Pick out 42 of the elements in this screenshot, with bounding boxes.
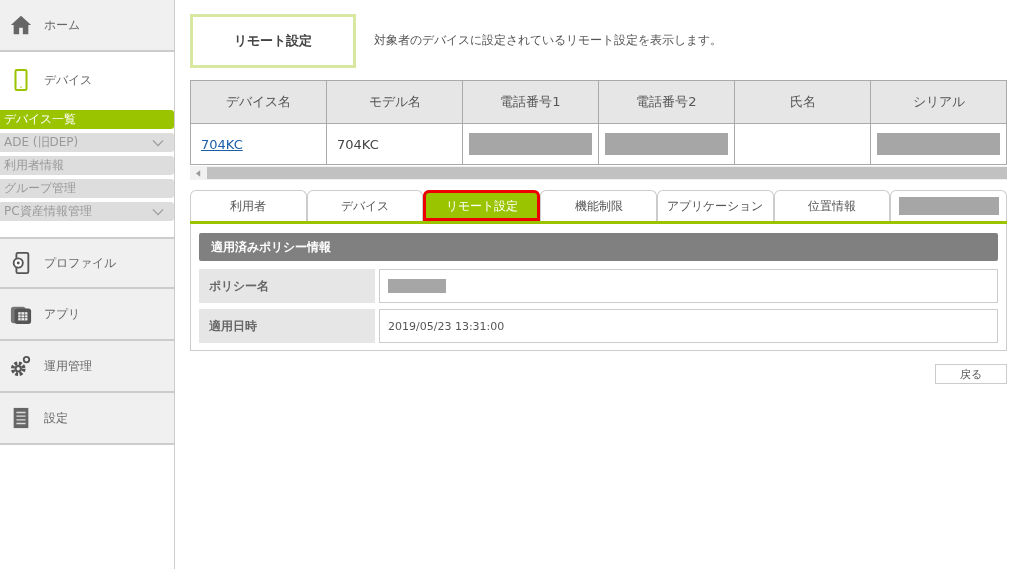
- page-description: 対象者のデバイスに設定されているリモート設定を表示します。: [374, 32, 722, 48]
- back-button[interactable]: 戻る: [935, 364, 1007, 384]
- nav-label: デバイス: [44, 71, 92, 89]
- chevron-down-icon: [152, 138, 164, 147]
- nav-label: アプリ: [44, 305, 80, 323]
- nav-label: ホーム: [44, 16, 80, 34]
- column-header: モデル名: [326, 80, 463, 124]
- nav-label: 設定: [44, 409, 68, 427]
- tab[interactable]: アプリケーション: [656, 190, 774, 221]
- nav-item[interactable]: プロファイル: [0, 237, 174, 289]
- field-value: 2019/05/23 13:31:00: [379, 309, 998, 343]
- nav-item[interactable]: 設定: [0, 393, 174, 445]
- nav-item[interactable]: 運用管理: [0, 341, 174, 393]
- column-header: 電話番号1: [462, 80, 599, 124]
- nav-label: プロファイル: [44, 254, 116, 272]
- chevron-down-icon: [152, 207, 164, 216]
- tab[interactable]: 位置情報: [773, 190, 891, 221]
- tab[interactable]: 機能制限: [540, 190, 657, 221]
- horizontal-scrollbar[interactable]: [190, 166, 1007, 180]
- device-gear-icon: [10, 251, 32, 275]
- scrollbar-thumb[interactable]: [207, 167, 1007, 179]
- field-label: 適用日時: [199, 309, 375, 343]
- column-header: デバイス名: [190, 80, 327, 124]
- nav-item[interactable]: ホーム: [0, 0, 174, 52]
- tab[interactable]: 利用者: [190, 190, 307, 221]
- device-link[interactable]: 704KC: [201, 136, 243, 152]
- redaction-bar: [388, 279, 446, 293]
- scroll-left-icon[interactable]: [196, 169, 201, 177]
- gears-icon: [10, 354, 32, 378]
- column-header: 氏名: [734, 80, 871, 124]
- page-title: リモート設定: [190, 14, 356, 68]
- nav-label: 運用管理: [44, 357, 92, 375]
- table-cell[interactable]: 704KC: [190, 123, 327, 165]
- nav-item[interactable]: アプリ: [0, 289, 174, 341]
- tab[interactable]: [890, 190, 1008, 221]
- field-label: ポリシー名: [199, 269, 375, 303]
- column-header: シリアル: [870, 80, 1007, 124]
- table-cell: 704KC: [326, 123, 463, 165]
- column-header: 電話番号2: [598, 80, 735, 124]
- section-header: 適用済みポリシー情報: [199, 233, 998, 261]
- home-icon: [10, 13, 32, 37]
- tab[interactable]: デバイス: [306, 190, 424, 221]
